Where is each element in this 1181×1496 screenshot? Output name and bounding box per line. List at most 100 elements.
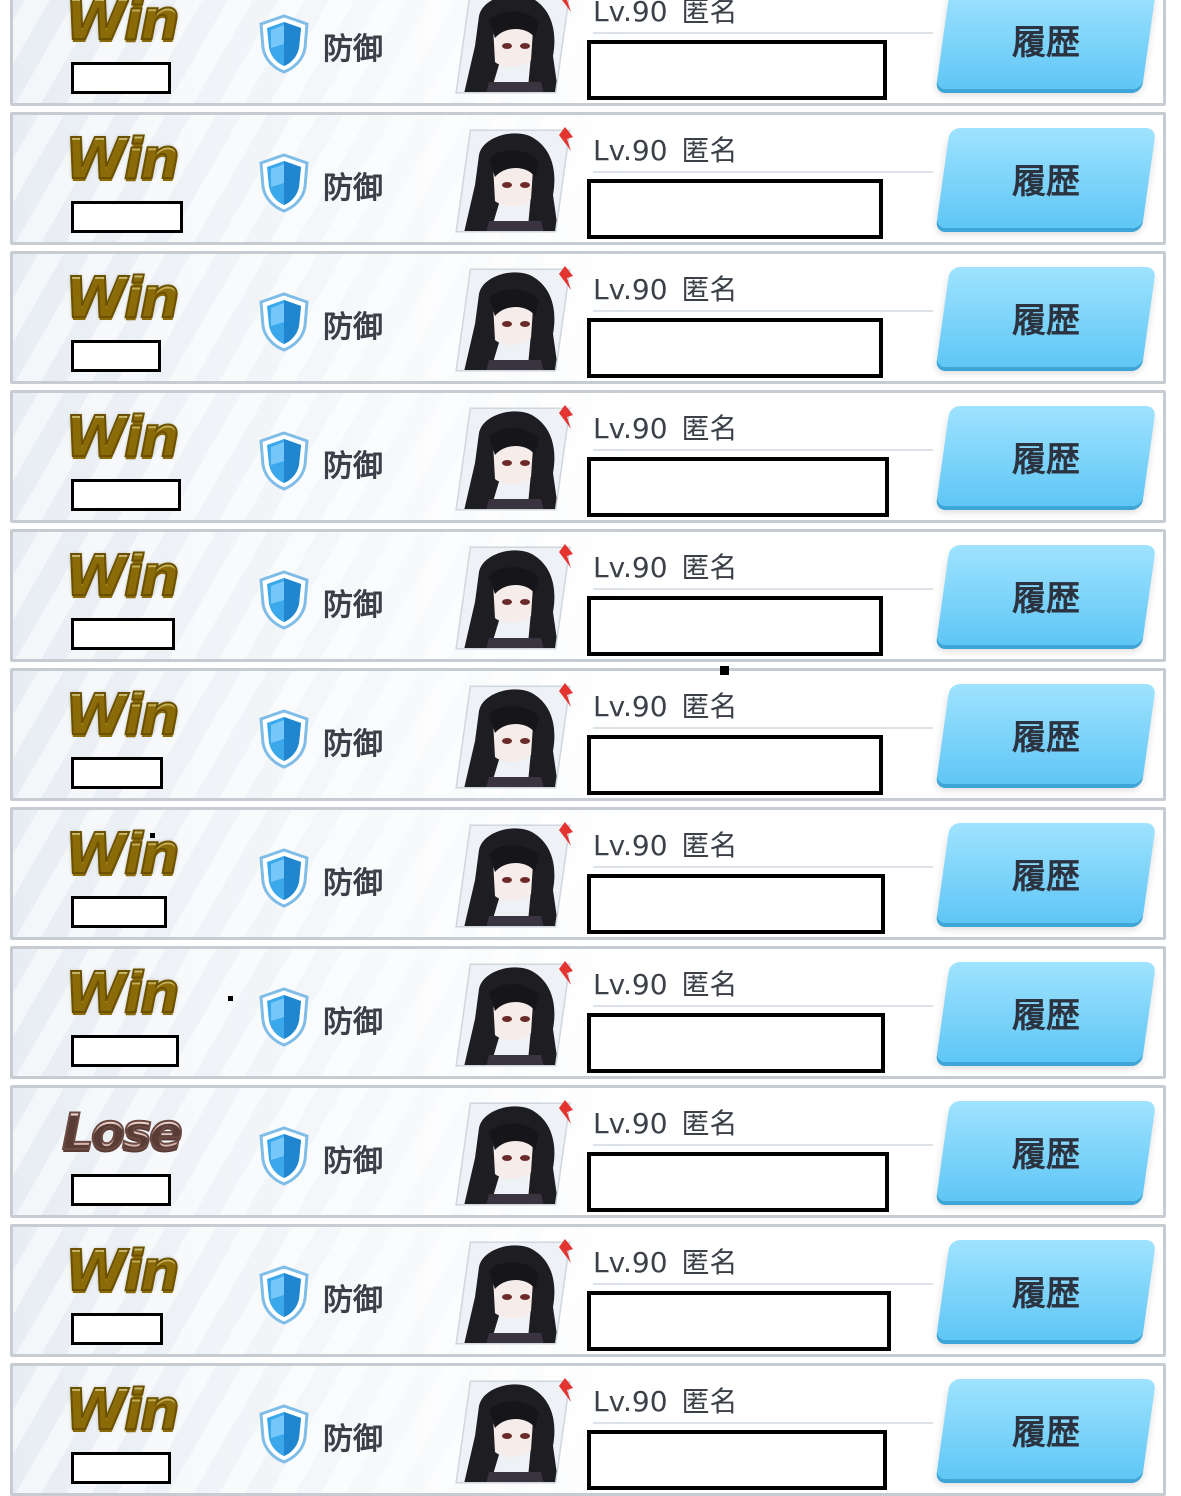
player-name: 匿名 [681, 690, 738, 723]
divider [593, 1144, 933, 1146]
player-level: Lv.90 [593, 134, 668, 167]
player-name: 匿名 [681, 551, 738, 584]
redaction-box [71, 757, 163, 789]
battle-record-row: Win 防御 Lv.90 匿名 履歴 [10, 251, 1166, 384]
history-button[interactable]: 履歴 [935, 684, 1157, 784]
redaction-box [587, 179, 883, 239]
player-name: 匿名 [681, 134, 738, 167]
history-button-label: 履歴 [1012, 856, 1080, 897]
shield-icon [257, 1126, 311, 1186]
history-button[interactable]: 履歴 [935, 1379, 1157, 1479]
win-badge: Win [61, 265, 181, 332]
character-portrait-icon[interactable] [449, 820, 577, 932]
player-level-name: Lv.90 匿名 [593, 0, 738, 30]
history-button-label: 履歴 [1012, 300, 1080, 341]
history-button[interactable]: 履歴 [935, 267, 1157, 367]
shield-icon [257, 431, 311, 491]
redaction-box [587, 457, 889, 517]
artifact-mark [720, 666, 729, 675]
player-level: Lv.90 [593, 412, 668, 445]
history-button[interactable]: 履歴 [935, 128, 1157, 228]
mode-label: 防御 [323, 1283, 383, 1318]
character-portrait-icon[interactable] [449, 959, 577, 1071]
history-button-label: 履歴 [1012, 1412, 1080, 1453]
battle-record-row: Win 防御 Lv.90 匿名 履歴 [10, 668, 1166, 801]
history-button[interactable]: 履歴 [935, 0, 1157, 89]
player-level-name: Lv.90 匿名 [593, 963, 738, 1003]
player-name: 匿名 [681, 1107, 738, 1140]
player-level: Lv.90 [593, 1385, 668, 1418]
battle-record-row: Win 防御 Lv.90 匿名 履歴 [10, 1224, 1166, 1357]
battle-history-list: Win 防御 Lv.90 匿名 履歴 Win 防御 Lv.90 匿名 履歴 Wi… [0, 0, 1181, 1496]
divider [593, 32, 933, 34]
redaction-box [71, 479, 181, 511]
player-level: Lv.90 [593, 690, 668, 723]
divider [593, 449, 933, 451]
player-level-name: Lv.90 匿名 [593, 546, 738, 586]
battle-record-row: Win 防御 Lv.90 匿名履歴 [10, 946, 1166, 1079]
redaction-box [587, 1152, 889, 1212]
battle-record-row: Win 防御 Lv.90 匿名 履歴 [10, 0, 1166, 106]
history-button-label: 履歴 [1012, 717, 1080, 758]
shield-icon [257, 1404, 311, 1464]
win-badge: Win [61, 960, 181, 1027]
player-name: 匿名 [681, 1385, 738, 1418]
battle-record-row: Win 防御 Lv.90 匿名 履歴 [10, 112, 1166, 245]
redaction-box [587, 40, 887, 100]
history-button[interactable]: 履歴 [935, 1101, 1157, 1201]
history-button[interactable]: 履歴 [935, 406, 1157, 506]
history-button[interactable]: 履歴 [935, 823, 1157, 923]
redaction-box [71, 340, 161, 372]
history-button-label: 履歴 [1012, 439, 1080, 480]
battle-record-row: Win 防御 Lv.90 匿名 履歴 [10, 390, 1166, 523]
redaction-box [71, 1452, 171, 1484]
player-name: 匿名 [681, 0, 738, 28]
history-button-label: 履歴 [1012, 578, 1080, 619]
win-badge: Win [61, 543, 181, 610]
character-portrait-icon[interactable] [449, 125, 577, 237]
history-button-label: 履歴 [1012, 995, 1080, 1036]
history-button[interactable]: 履歴 [935, 545, 1157, 645]
character-portrait-icon[interactable] [449, 403, 577, 515]
character-portrait-icon[interactable] [449, 1376, 577, 1488]
divider [593, 1283, 933, 1285]
mode-label: 防御 [323, 310, 383, 345]
player-name: 匿名 [681, 829, 738, 862]
redaction-box [71, 62, 171, 94]
win-badge: Win [61, 1377, 181, 1444]
character-portrait-icon[interactable] [449, 0, 577, 98]
player-level: Lv.90 [593, 1246, 668, 1279]
redaction-box [587, 596, 883, 656]
history-button-label: 履歴 [1012, 1134, 1080, 1175]
redaction-box [587, 318, 883, 378]
player-level: Lv.90 [593, 273, 668, 306]
character-portrait-icon[interactable] [449, 264, 577, 376]
history-button[interactable]: 履歴 [935, 1240, 1157, 1340]
redaction-box [71, 201, 183, 233]
player-level-name: Lv.90 匿名 [593, 129, 738, 169]
player-level-name: Lv.90 匿名 [593, 685, 738, 725]
player-level: Lv.90 [593, 1107, 668, 1140]
battle-record-row: Win 防御 Lv.90 匿名 履歴 [10, 807, 1166, 940]
mode-label: 防御 [323, 1005, 383, 1040]
win-badge: Win [61, 0, 181, 54]
redaction-box [587, 1430, 887, 1490]
lose-badge: Lose [61, 1100, 184, 1164]
win-badge: Win [61, 682, 181, 749]
artifact-mark [228, 996, 233, 1001]
win-badge: Win [61, 404, 181, 471]
character-portrait-icon[interactable] [449, 1237, 577, 1349]
character-portrait-icon[interactable] [449, 542, 577, 654]
player-level-name: Lv.90 匿名 [593, 824, 738, 864]
character-portrait-icon[interactable] [449, 681, 577, 793]
win-badge: Win [61, 821, 181, 888]
character-portrait-icon[interactable] [449, 1098, 577, 1210]
shield-icon [257, 848, 311, 908]
shield-icon [257, 14, 311, 74]
shield-icon [257, 1265, 311, 1325]
divider [593, 171, 933, 173]
history-button[interactable]: 履歴 [935, 962, 1157, 1062]
shield-icon [257, 709, 311, 769]
player-level: Lv.90 [593, 829, 668, 862]
player-level-name: Lv.90 匿名 [593, 1241, 738, 1281]
